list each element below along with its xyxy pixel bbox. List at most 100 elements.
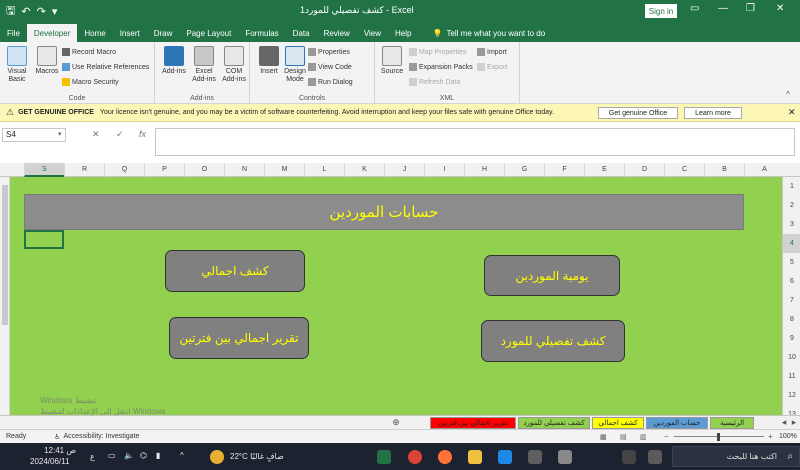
properties-button[interactable]: Properties [308, 48, 350, 56]
sheet-tab[interactable]: تقرير اجمالي بين فترتين [430, 417, 516, 429]
scroll-thumb[interactable] [2, 185, 8, 325]
row-header[interactable]: 1 [783, 177, 800, 196]
tab-data[interactable]: Data [286, 24, 317, 42]
column-header[interactable]: G [504, 163, 544, 177]
zoom-level[interactable]: 100% [779, 433, 797, 440]
row-header[interactable]: 2 [783, 196, 800, 215]
sheet-tab[interactable]: الرئيسية [710, 417, 754, 429]
page-layout-icon[interactable]: ▤ [620, 433, 627, 441]
selected-cell[interactable] [24, 230, 64, 249]
column-header[interactable]: D [624, 163, 664, 177]
tab-page-layout[interactable]: Page Layout [179, 24, 238, 42]
column-header[interactable]: B [704, 163, 744, 177]
tab-developer[interactable]: Developer [26, 24, 78, 42]
column-header[interactable]: I [424, 163, 464, 177]
tab-home[interactable]: Home [77, 24, 112, 42]
period-report-button[interactable]: تقرير اجمالي بين فترتين [169, 317, 309, 359]
macro-security-button[interactable]: Macro Security [62, 78, 119, 86]
view-code-button[interactable]: View Code [308, 63, 352, 71]
column-header[interactable]: H [464, 163, 504, 177]
app-icon[interactable] [558, 450, 572, 464]
formula-input[interactable] [155, 128, 795, 156]
column-header[interactable]: J [384, 163, 424, 177]
page-break-icon[interactable]: ▥ [640, 433, 647, 441]
source-button[interactable]: Source [377, 46, 407, 76]
sheet-tab[interactable]: كشف اجمالي [592, 417, 644, 429]
customize-qat-icon[interactable]: ▾ [52, 5, 58, 18]
tab-review[interactable]: Review [317, 24, 357, 42]
tab-view[interactable]: View [357, 24, 388, 42]
import-button[interactable]: Import [477, 48, 507, 56]
addins-button[interactable]: Add-ins [159, 46, 189, 76]
row-header[interactable]: 12 [783, 386, 800, 405]
visual-basic-button[interactable]: Visual Basic [2, 46, 32, 84]
battery-icon[interactable]: ▮ [156, 451, 160, 460]
zoom-out-icon[interactable]: − [664, 432, 669, 441]
taskbar-search[interactable]: اكتب هنا للبحث ⌕ [672, 446, 800, 467]
column-header[interactable]: R [64, 163, 104, 177]
minimize-icon[interactable]: — [718, 3, 728, 14]
row-header[interactable]: 6 [783, 272, 800, 291]
row-header[interactable]: 11 [783, 367, 800, 386]
worksheet[interactable]: حسابات الموردين كشف اجمالي يومية الموردي… [10, 177, 782, 415]
design-mode-button[interactable]: Design Mode [280, 46, 310, 84]
tab-formulas[interactable]: Formulas [238, 24, 285, 42]
column-header[interactable]: L [304, 163, 344, 177]
cancel-icon[interactable]: ✕ [92, 129, 100, 140]
sign-in-button[interactable]: Sign in [645, 4, 677, 18]
refresh-data-button[interactable]: Refresh Data [409, 78, 460, 86]
close-message-icon[interactable]: ✕ [788, 107, 796, 118]
zoom-in-icon[interactable]: + [768, 432, 773, 441]
edge-icon[interactable] [498, 450, 512, 464]
column-header[interactable]: K [344, 163, 384, 177]
expansion-packs-button[interactable]: Expansion Packs [409, 63, 473, 71]
save-icon[interactable]: 🖫 [6, 2, 15, 21]
store-icon[interactable] [528, 450, 542, 464]
record-macro-button[interactable]: Record Macro [62, 48, 116, 56]
tab-help[interactable]: Help [388, 24, 418, 42]
row-header[interactable]: 4 [783, 234, 800, 253]
run-dialog-button[interactable]: Run Dialog [308, 78, 353, 86]
insert-function-icon[interactable]: fx [139, 129, 146, 139]
name-box[interactable]: S4 [2, 128, 66, 142]
row-header[interactable]: 9 [783, 329, 800, 348]
sheet-tab[interactable]: حساب الموردين [646, 417, 708, 429]
firefox-icon[interactable] [438, 450, 452, 464]
next-sheet-icon[interactable]: ▸ [788, 417, 800, 429]
map-properties-button[interactable]: Map Properties [409, 48, 466, 56]
column-header[interactable]: M [264, 163, 304, 177]
column-header[interactable]: F [544, 163, 584, 177]
chrome-icon[interactable] [408, 450, 422, 464]
input-language[interactable]: ع [90, 452, 95, 461]
cortana-icon[interactable] [648, 450, 662, 464]
row-header[interactable]: 5 [783, 253, 800, 272]
relative-references-button[interactable]: Use Relative References [62, 63, 149, 71]
ribbon-display-icon[interactable]: ▭ [690, 3, 699, 14]
supplier-detail-button[interactable]: كشف تفصيلي للمورد [481, 320, 625, 362]
close-icon[interactable]: ✕ [776, 3, 784, 14]
volume-icon[interactable]: 🔈 [124, 451, 134, 460]
undo-icon[interactable]: ↶ [21, 5, 30, 18]
excel-addins-button[interactable]: Excel Add-ins [189, 46, 219, 84]
vertical-scrollbar[interactable] [0, 177, 10, 415]
redo-icon[interactable]: ↷ [37, 5, 46, 18]
column-header[interactable]: N [224, 163, 264, 177]
column-header[interactable]: C [664, 163, 704, 177]
network-icon[interactable]: ⌬ [140, 451, 147, 460]
tell-me-box[interactable]: 💡 Tell me what you want to do [432, 24, 545, 42]
collapse-ribbon-icon[interactable]: ^ [786, 90, 790, 99]
enter-icon[interactable]: ✓ [116, 129, 124, 140]
column-header[interactable]: P [144, 163, 184, 177]
zoom-slider-thumb[interactable] [717, 433, 720, 441]
row-header[interactable]: 8 [783, 310, 800, 329]
column-header[interactable]: E [584, 163, 624, 177]
learn-more-button[interactable]: Learn more [684, 107, 742, 119]
row-header[interactable]: 7 [783, 291, 800, 310]
get-genuine-office-button[interactable]: Get genuine Office [598, 107, 678, 119]
show-hidden-icons[interactable]: ^ [180, 451, 184, 460]
tab-file[interactable]: File [0, 24, 27, 42]
row-header[interactable]: 10 [783, 348, 800, 367]
maximize-icon[interactable]: ❐ [746, 3, 755, 14]
column-header[interactable]: S [24, 163, 64, 177]
taskbar-weather[interactable]: 22°C صافٍ غالبًا [230, 452, 284, 461]
